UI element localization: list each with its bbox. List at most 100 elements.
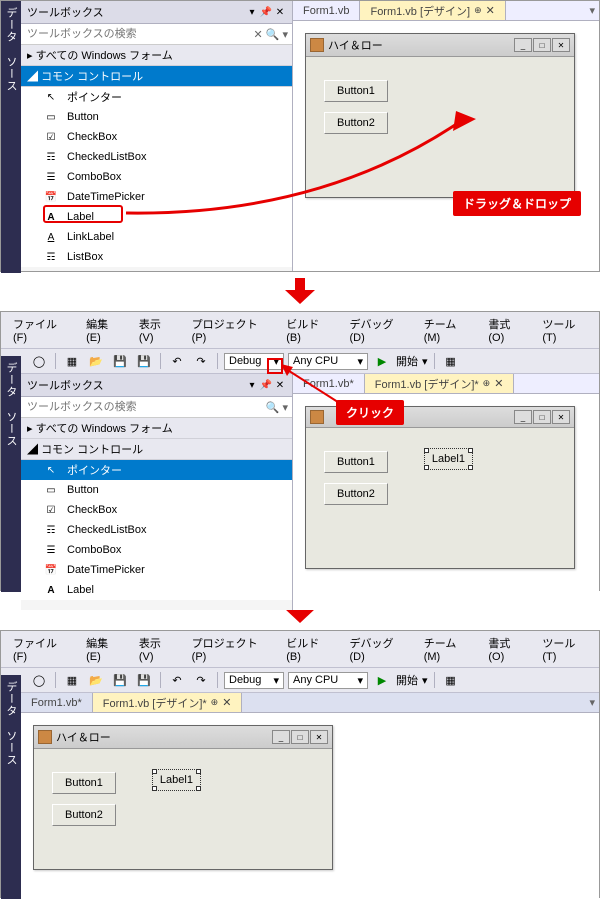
minimize-button[interactable]: _ <box>514 410 532 424</box>
search-icon[interactable]: 🔍 <box>266 401 280 414</box>
maximize-button[interactable]: □ <box>533 38 551 52</box>
tab-code[interactable]: Form1.vb* <box>293 374 365 393</box>
dropdown-icon[interactable]: ▾ <box>246 6 258 18</box>
item-datetimepicker[interactable]: 📅DateTimePicker <box>21 187 292 207</box>
maximize-button[interactable]: □ <box>533 410 551 424</box>
close-button[interactable]: ✕ <box>310 730 328 744</box>
config-combo[interactable]: Debug▾ <box>224 672 284 689</box>
item-linklabel[interactable]: ALinkLabel <box>21 227 292 247</box>
pin-icon[interactable]: 📌 <box>260 379 272 391</box>
platform-combo[interactable]: Any CPU▾ <box>288 353 368 370</box>
form-designer[interactable]: ハイ＆ロー _ □ ✕ Button1 Button2 <box>305 33 575 198</box>
menu-build[interactable]: ビルド(B) <box>278 314 339 346</box>
menu-edit[interactable]: 編集(E) <box>78 633 129 665</box>
tab-design[interactable]: Form1.vb [デザイン]* ⊕ ✕ <box>365 374 515 393</box>
redo-icon[interactable]: ↷ <box>191 351 211 371</box>
item-button[interactable]: ▭Button <box>21 480 292 500</box>
close-icon[interactable]: ✕ <box>274 379 286 391</box>
saveall-icon[interactable]: 💾 <box>134 351 154 371</box>
close-icon[interactable]: ✕ <box>494 377 503 390</box>
label1-control[interactable]: Label1 <box>156 773 197 787</box>
menu-view[interactable]: 表示(V) <box>131 314 182 346</box>
button1[interactable]: Button1 <box>324 451 388 473</box>
tab-design[interactable]: Form1.vb [デザイン] ⊕✕ <box>360 1 505 20</box>
group-common-controls[interactable]: ◢ コモン コントロール <box>21 66 292 87</box>
menu-file[interactable]: ファイル(F) <box>5 314 76 346</box>
form-designer[interactable]: ハイ＆ロー _ □ ✕ Button1 Button2 Labe <box>33 725 333 870</box>
menu-project[interactable]: プロジェクト(P) <box>184 633 277 665</box>
start-icon[interactable]: ▶ <box>372 351 392 371</box>
open-icon[interactable]: 📂 <box>86 670 106 690</box>
open-icon[interactable]: 📂 <box>86 351 106 371</box>
save-icon[interactable]: 💾 <box>110 670 130 690</box>
sidebar-datasource[interactable]: データ ソース <box>3 7 19 267</box>
item-button[interactable]: ▭Button <box>21 107 292 127</box>
maximize-button[interactable]: □ <box>291 730 309 744</box>
platform-combo[interactable]: Any CPU▾ <box>288 672 368 689</box>
start-icon[interactable]: ▶ <box>372 670 392 690</box>
menu-view[interactable]: 表示(V) <box>131 633 182 665</box>
item-checkbox[interactable]: ☑CheckBox <box>21 500 292 520</box>
button2[interactable]: Button2 <box>324 483 388 505</box>
item-checkedlistbox[interactable]: ☶CheckedListBox <box>21 147 292 167</box>
button2[interactable]: Button2 <box>52 804 116 826</box>
tab-design[interactable]: Form1.vb [デザイン]* ⊕ ✕ <box>93 693 243 712</box>
button1[interactable]: Button1 <box>324 80 388 102</box>
start-label[interactable]: 開始 <box>396 353 418 369</box>
item-pointer[interactable]: ↖ポインター <box>21 87 292 107</box>
sidebar-datasource[interactable]: データ ソース <box>3 681 19 893</box>
tab-code[interactable]: Form1.vb <box>293 1 360 20</box>
menu-team[interactable]: チーム(M) <box>416 633 479 665</box>
tab-dropdown-icon[interactable]: ▾ <box>585 696 599 709</box>
close-icon[interactable]: ✕ <box>486 4 495 17</box>
menu-tool[interactable]: ツール(T) <box>534 314 595 346</box>
undo-icon[interactable]: ↶ <box>167 351 187 371</box>
search-icon[interactable]: 🔍 <box>266 28 280 41</box>
item-combobox[interactable]: ☰ComboBox <box>21 167 292 187</box>
nav-fwd-icon[interactable]: ◯ <box>29 670 49 690</box>
label1-control[interactable]: Label1 <box>428 452 469 466</box>
chevron-down-icon[interactable]: ▾ <box>282 401 288 414</box>
menu-build[interactable]: ビルド(B) <box>278 633 339 665</box>
close-button[interactable]: ✕ <box>552 410 570 424</box>
close-icon[interactable]: ✕ <box>274 6 286 18</box>
toolbox-search-input[interactable] <box>25 26 254 42</box>
item-pointer[interactable]: ↖ポインター <box>21 460 292 480</box>
item-checkedlistbox[interactable]: ☶CheckedListBox <box>21 520 292 540</box>
menu-tool[interactable]: ツール(T) <box>534 633 595 665</box>
group-all-winforms[interactable]: ▸ すべての Windows フォーム <box>21 45 292 66</box>
clear-icon[interactable]: ✕ <box>254 28 263 41</box>
menu-edit[interactable]: 編集(E) <box>78 314 129 346</box>
item-listbox[interactable]: ☶ListBox <box>21 247 292 267</box>
new-icon[interactable]: ▦ <box>62 351 82 371</box>
button2[interactable]: Button2 <box>324 112 388 134</box>
menu-file[interactable]: ファイル(F) <box>5 633 76 665</box>
start-label[interactable]: 開始 <box>396 672 418 688</box>
menu-format[interactable]: 書式(O) <box>480 314 532 346</box>
new-icon[interactable]: ▦ <box>62 670 82 690</box>
button1[interactable]: Button1 <box>52 772 116 794</box>
nav-fwd-icon[interactable]: ◯ <box>29 351 49 371</box>
saveall-icon[interactable]: 💾 <box>134 670 154 690</box>
dropdown-icon[interactable]: ▾ <box>246 379 258 391</box>
redo-icon[interactable]: ↷ <box>191 670 211 690</box>
pin-icon[interactable]: 📌 <box>260 6 272 18</box>
menu-debug[interactable]: デバッグ(D) <box>341 633 413 665</box>
minimize-button[interactable]: _ <box>272 730 290 744</box>
form-designer[interactable]: _ □ ✕ Button1 Button2 Label1 <box>305 406 575 569</box>
menu-debug[interactable]: デバッグ(D) <box>341 314 413 346</box>
close-button[interactable]: ✕ <box>552 38 570 52</box>
save-icon[interactable]: 💾 <box>110 351 130 371</box>
item-label[interactable]: ALabel <box>21 580 292 600</box>
menu-format[interactable]: 書式(O) <box>480 633 532 665</box>
undo-icon[interactable]: ↶ <box>167 670 187 690</box>
minimize-button[interactable]: _ <box>514 38 532 52</box>
item-datetimepicker[interactable]: 📅DateTimePicker <box>21 560 292 580</box>
group-common-controls[interactable]: ◢ コモン コントロール <box>21 439 292 460</box>
menu-team[interactable]: チーム(M) <box>416 314 479 346</box>
tab-dropdown-icon[interactable]: ▾ <box>585 4 599 17</box>
group-all-winforms[interactable]: ▸ すべての Windows フォーム <box>21 418 292 439</box>
chevron-down-icon[interactable]: ▾ <box>282 28 288 41</box>
tab-code[interactable]: Form1.vb* <box>21 693 93 712</box>
item-combobox[interactable]: ☰ComboBox <box>21 540 292 560</box>
